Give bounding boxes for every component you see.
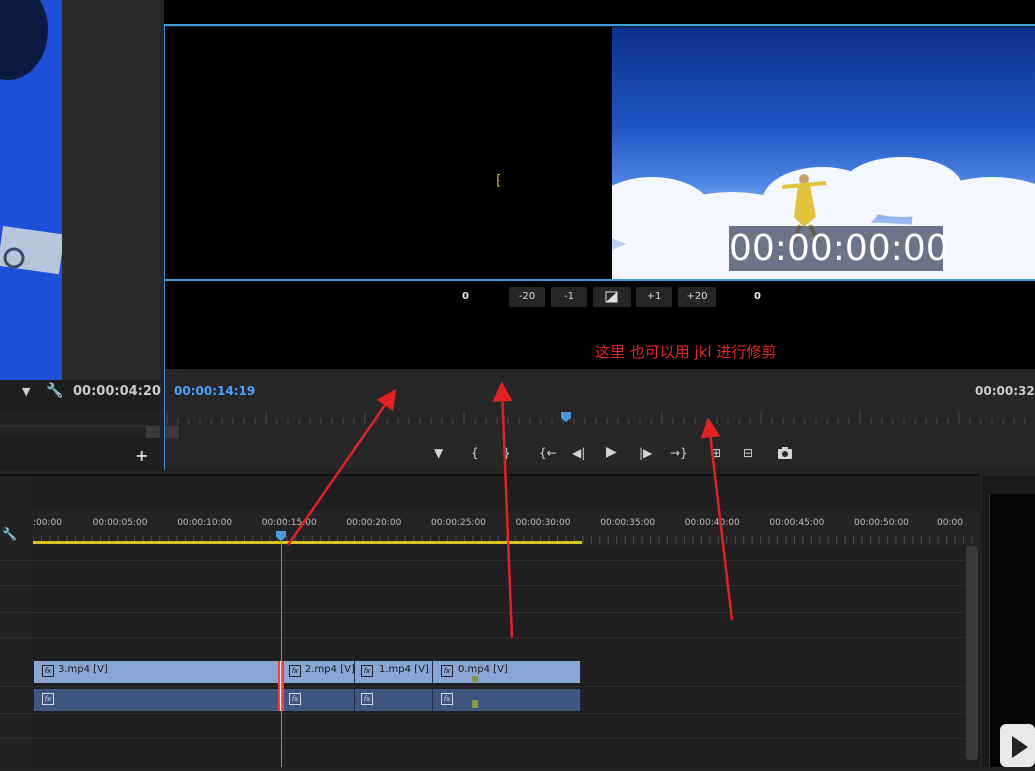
timeline-tick-label: 00:00:35:00 [600, 518, 656, 528]
timeline-tick-label: 00:00:45:00 [769, 518, 825, 528]
overwrite-button[interactable]: ⊟ [743, 446, 753, 460]
wrench-icon[interactable]: 🔧 [46, 383, 63, 399]
trim-minus-1-button[interactable]: -1 [551, 287, 587, 307]
source-panel-divider [62, 0, 160, 380]
play-button[interactable]: ▶ [606, 444, 617, 460]
fx-badge: fx [361, 693, 373, 705]
clip-name: 0.mp4 [V] [458, 664, 508, 675]
go-to-out-button[interactable]: →} [670, 446, 688, 460]
timeline-tick-label: 00:00 [937, 518, 963, 528]
step-forward-button[interactable]: |▶ [639, 446, 652, 460]
transition-icon [605, 291, 618, 303]
keyframe-marker[interactable] [472, 676, 478, 682]
step-back-button[interactable]: ◀| [572, 446, 585, 460]
chevron-down-icon[interactable]: ▼ [22, 385, 30, 398]
trim-right-value: 0 [754, 291, 761, 302]
audio-clip[interactable]: fx [433, 689, 581, 711]
source-preview-image [0, 0, 62, 380]
add-button[interactable]: + [135, 446, 148, 465]
timeline-tick-label: 00:00:30:00 [515, 518, 571, 528]
trim-left-value: 0 [462, 291, 469, 302]
program-duration-timecode: 00:00:32: [975, 384, 1035, 398]
apply-default-transition-button[interactable] [593, 287, 631, 307]
mark-in-button[interactable]: { [471, 446, 479, 460]
fx-badge: fx [289, 693, 301, 705]
trim-plus-1-button[interactable]: +1 [636, 287, 672, 307]
video-clip[interactable]: fx 2.mp4 [V] [284, 661, 355, 683]
source-preview-graphic [0, 0, 62, 380]
timeline-tick-label: 00:00:15:00 [261, 518, 317, 528]
video-clip[interactable]: fx 0.mp4 [V] [433, 661, 581, 683]
track-divider [0, 560, 965, 561]
video-clip[interactable]: fx 1.mp4 [V] [355, 661, 433, 683]
add-marker-button[interactable]: ▼ [434, 446, 443, 460]
program-time-ruler[interactable] [165, 410, 1035, 426]
fx-badge: fx [42, 665, 54, 677]
trim-cursor-icon: ⁅ [496, 173, 502, 189]
clip-name: 2.mp4 [V] [305, 664, 355, 675]
monitor-top-area [164, 0, 1035, 26]
audio-clip[interactable]: fx [34, 689, 280, 711]
audio-clip[interactable]: fx [284, 689, 355, 711]
program-current-timecode[interactable]: 00:00:14:19 [174, 384, 255, 398]
keyframe-marker[interactable] [472, 700, 478, 708]
timeline-tick-label: 00:00:10:00 [177, 518, 233, 528]
timeline-tick-label: :00:00 [33, 518, 62, 528]
fx-badge: fx [289, 665, 301, 677]
fx-badge: fx [361, 665, 373, 677]
trim-minus-20-button[interactable]: -20 [509, 287, 545, 307]
timeline-tick-label: 00:00:20:00 [346, 518, 402, 528]
timeline-tick-label: 00:00:25:00 [431, 518, 486, 528]
program-ruler-handle[interactable] [165, 426, 179, 438]
export-frame-button[interactable] [777, 446, 793, 463]
go-to-in-button[interactable]: {← [539, 446, 557, 460]
track-divider [0, 686, 965, 687]
track-divider [0, 637, 965, 638]
source-time-ruler[interactable] [0, 410, 160, 438]
timeline-wrench-icon[interactable]: 🔧 [2, 527, 17, 541]
annotation-text: 这里 也可以用 jkl 进行修剪 [595, 343, 777, 361]
timeline-scrollbar[interactable] [966, 546, 978, 760]
camera-icon [778, 447, 792, 459]
track-header-strip [0, 476, 33, 767]
track-divider [0, 585, 965, 586]
trim-plus-20-button[interactable]: +20 [678, 287, 716, 307]
clip-name: 1.mp4 [V] [379, 664, 429, 675]
mark-out-button[interactable]: } [503, 446, 511, 460]
fx-badge: fx [441, 693, 453, 705]
timeline-tick-label: 00:00:05:00 [92, 518, 148, 528]
overlay-timecode: 00:00:00:00 [729, 226, 949, 271]
track-divider [0, 612, 965, 613]
video-clip[interactable]: fx 3.mp4 [V] [34, 661, 280, 683]
player-logo-icon [1000, 714, 1035, 767]
fx-badge: fx [441, 665, 453, 677]
fx-badge: fx [42, 693, 54, 705]
audio-clip[interactable]: fx [355, 689, 433, 711]
insert-button[interactable]: ⊞ [711, 446, 721, 460]
track-divider [0, 738, 965, 739]
timeline-playhead-line[interactable] [281, 540, 282, 767]
work-area-bar[interactable] [33, 541, 582, 544]
timeline-tick-label: 00:00:40:00 [684, 518, 740, 528]
source-timecode[interactable]: 00:00:04:20 [73, 384, 161, 399]
track-divider [0, 713, 965, 714]
clip-name: 3.mp4 [V] [58, 664, 108, 675]
timeline-tick-label: 00:00:50:00 [854, 518, 909, 528]
